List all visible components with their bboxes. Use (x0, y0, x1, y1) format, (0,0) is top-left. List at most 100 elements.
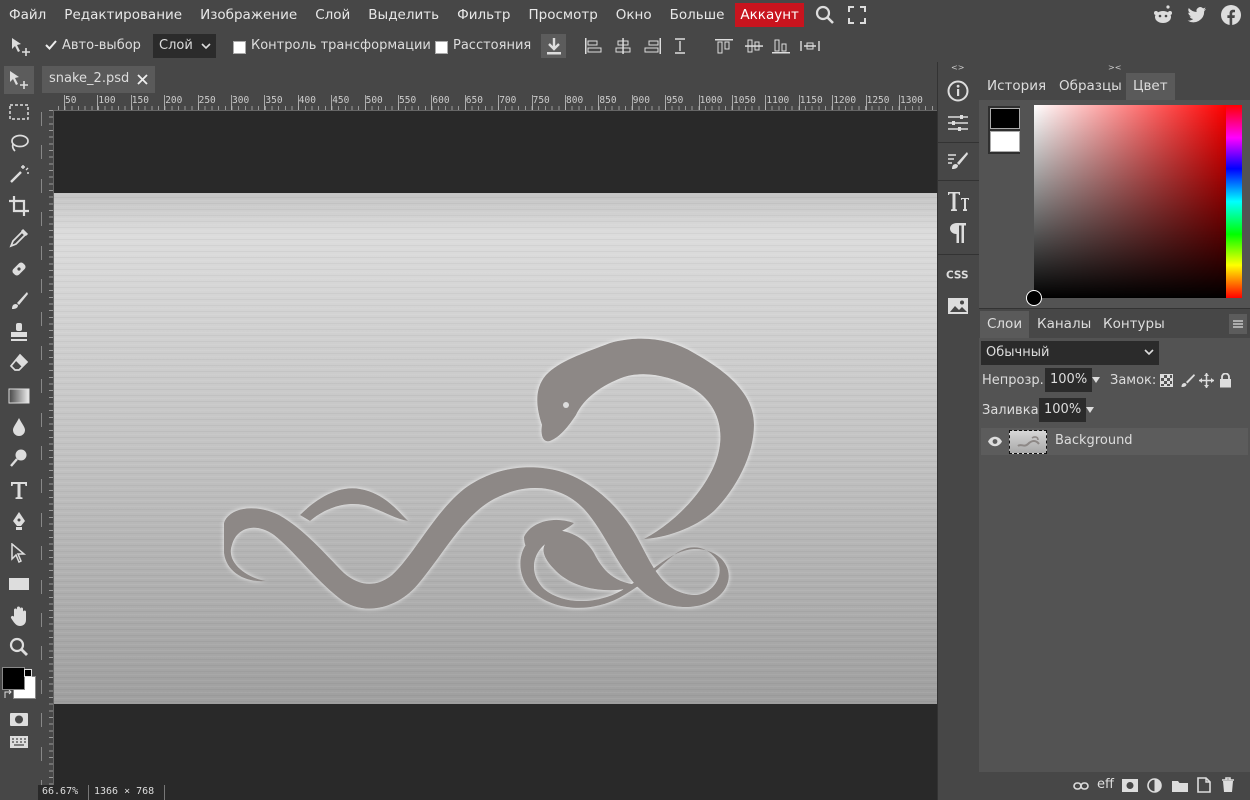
menu-view[interactable]: Просмотр (520, 0, 607, 30)
tab-color[interactable]: Цвет (1126, 73, 1175, 100)
marquee-tool-button[interactable] (4, 98, 34, 126)
blur-tool-button[interactable] (4, 413, 34, 441)
menu-window[interactable]: Окно (607, 0, 661, 30)
new-folder-icon[interactable] (1172, 779, 1188, 792)
align-left-icon[interactable] (584, 38, 602, 54)
hand-tool-button[interactable] (4, 602, 34, 630)
align-bottom-icon[interactable] (772, 38, 790, 54)
download-icon[interactable] (541, 34, 566, 58)
align-right-icon[interactable] (644, 38, 662, 54)
zoom-tool-button[interactable] (4, 633, 34, 661)
fullscreen-icon[interactable] (846, 4, 868, 26)
document-tab[interactable]: snake_2.psd (42, 66, 155, 93)
new-layer-icon[interactable] (1197, 777, 1211, 793)
tab-swatches[interactable]: Образцы (1052, 73, 1129, 100)
magic-wand-tool-button[interactable] (4, 160, 34, 188)
foreground-color-preview[interactable] (990, 108, 1020, 129)
layer-row-background[interactable]: Background (981, 428, 1248, 455)
brush-settings-panel-button[interactable] (942, 146, 974, 176)
ruler-tick-label: 750 (532, 95, 550, 106)
align-top-icon[interactable] (715, 38, 733, 54)
menu-edit[interactable]: Редактирование (55, 0, 191, 30)
add-mask-icon[interactable] (1122, 779, 1138, 792)
fill-dropdown-icon[interactable] (1085, 406, 1095, 414)
collapse-panels-toggle[interactable]: <> (951, 63, 964, 72)
visibility-eye-icon[interactable] (987, 436, 1003, 447)
transform-controls-checkbox[interactable] (233, 41, 246, 54)
tab-paths[interactable]: Контуры (1096, 311, 1172, 338)
link-layers-icon[interactable] (1073, 781, 1089, 791)
healing-tool-button[interactable] (4, 255, 34, 283)
layer-effects-button[interactable]: eff (1097, 777, 1114, 792)
menu-select[interactable]: Выделить (359, 0, 448, 30)
shape-tool-button[interactable] (4, 570, 34, 598)
ruler-tick-mark (41, 112, 42, 126)
auto-select-check-icon[interactable] (45, 39, 57, 55)
lock-pixels-icon[interactable] (1180, 373, 1195, 388)
distribute-v-icon[interactable] (800, 40, 820, 52)
foreground-color-swatch[interactable] (2, 667, 25, 690)
adjustment-layer-icon[interactable] (1147, 778, 1162, 793)
menu-file[interactable]: Файл (0, 0, 55, 30)
lock-position-icon[interactable] (1199, 373, 1214, 388)
tab-history[interactable]: История (980, 73, 1053, 100)
path-select-tool-button[interactable] (4, 539, 34, 567)
eraser-tool-button[interactable] (4, 349, 34, 377)
tab-layers[interactable]: Слои (980, 311, 1030, 338)
gradient-tool-button[interactable] (4, 382, 34, 410)
align-middle-icon[interactable] (745, 38, 763, 54)
dodge-tool-button[interactable] (4, 444, 34, 472)
align-center-h-icon[interactable] (614, 38, 632, 54)
pen-tool-button[interactable] (4, 507, 34, 535)
delete-layer-icon[interactable] (1221, 777, 1235, 793)
ruler-tick-label: 300 (232, 95, 250, 106)
zoom-level: 66.67% (42, 786, 79, 797)
crop-tool-button[interactable] (4, 192, 34, 220)
keyboard-button[interactable] (4, 728, 34, 756)
info-panel-button[interactable] (942, 76, 974, 106)
color-picker-handle[interactable] (1026, 290, 1042, 306)
paragraph-panel-button[interactable] (942, 218, 974, 248)
character-panel-button[interactable] (942, 186, 974, 216)
menu-image[interactable]: Изображение (191, 0, 306, 30)
stamp-tool-button[interactable] (4, 318, 34, 346)
tab-channels[interactable]: Каналы (1030, 311, 1098, 338)
adjustments-panel-button[interactable] (942, 108, 974, 138)
facebook-icon[interactable] (1220, 4, 1242, 30)
collapse-right-toggle[interactable]: >< (1108, 63, 1121, 72)
eyedropper-tool-button[interactable] (4, 224, 34, 252)
fill-input[interactable]: 100% (1039, 398, 1087, 422)
swap-colors-icon[interactable] (4, 690, 13, 699)
menu-more[interactable]: Больше (661, 0, 734, 30)
panel-icon-column: <> CSS (937, 62, 980, 800)
document-canvas-image[interactable] (54, 193, 937, 704)
layer-thumbnail-snake (1017, 436, 1040, 447)
move-tool-button[interactable] (4, 66, 34, 94)
reddit-icon[interactable] (1152, 4, 1174, 30)
account-button[interactable]: Аккаунт (735, 3, 804, 27)
color-picker-area[interactable] (1034, 105, 1226, 298)
lock-all-icon[interactable] (1219, 373, 1232, 388)
background-color-preview[interactable] (990, 131, 1020, 152)
menu-layer[interactable]: Слой (306, 0, 359, 30)
menu-filter[interactable]: Фильтр (448, 0, 519, 30)
brush-tool-button[interactable] (4, 287, 34, 315)
twitter-icon[interactable] (1186, 4, 1208, 30)
opacity-input[interactable]: 100% (1045, 368, 1093, 392)
image-panel-button[interactable] (942, 291, 974, 321)
css-icon: CSS (946, 270, 969, 281)
panel-menu-button[interactable] (1229, 314, 1247, 334)
lasso-tool-button[interactable] (4, 129, 34, 157)
default-colors-icon[interactable] (24, 669, 32, 677)
hue-slider[interactable] (1226, 105, 1242, 298)
search-icon[interactable] (814, 4, 836, 26)
lock-transparency-icon[interactable] (1160, 374, 1173, 387)
type-tool-button[interactable] (4, 476, 34, 504)
distribute-h-icon[interactable] (674, 38, 686, 54)
layer-select-dropdown[interactable]: Слой (153, 34, 216, 58)
distances-checkbox[interactable] (435, 41, 448, 54)
blend-mode-dropdown[interactable]: Обычный (981, 341, 1159, 365)
close-icon[interactable] (137, 74, 148, 85)
css-panel-button[interactable]: CSS (942, 259, 974, 289)
opacity-dropdown-icon[interactable] (1091, 376, 1101, 384)
